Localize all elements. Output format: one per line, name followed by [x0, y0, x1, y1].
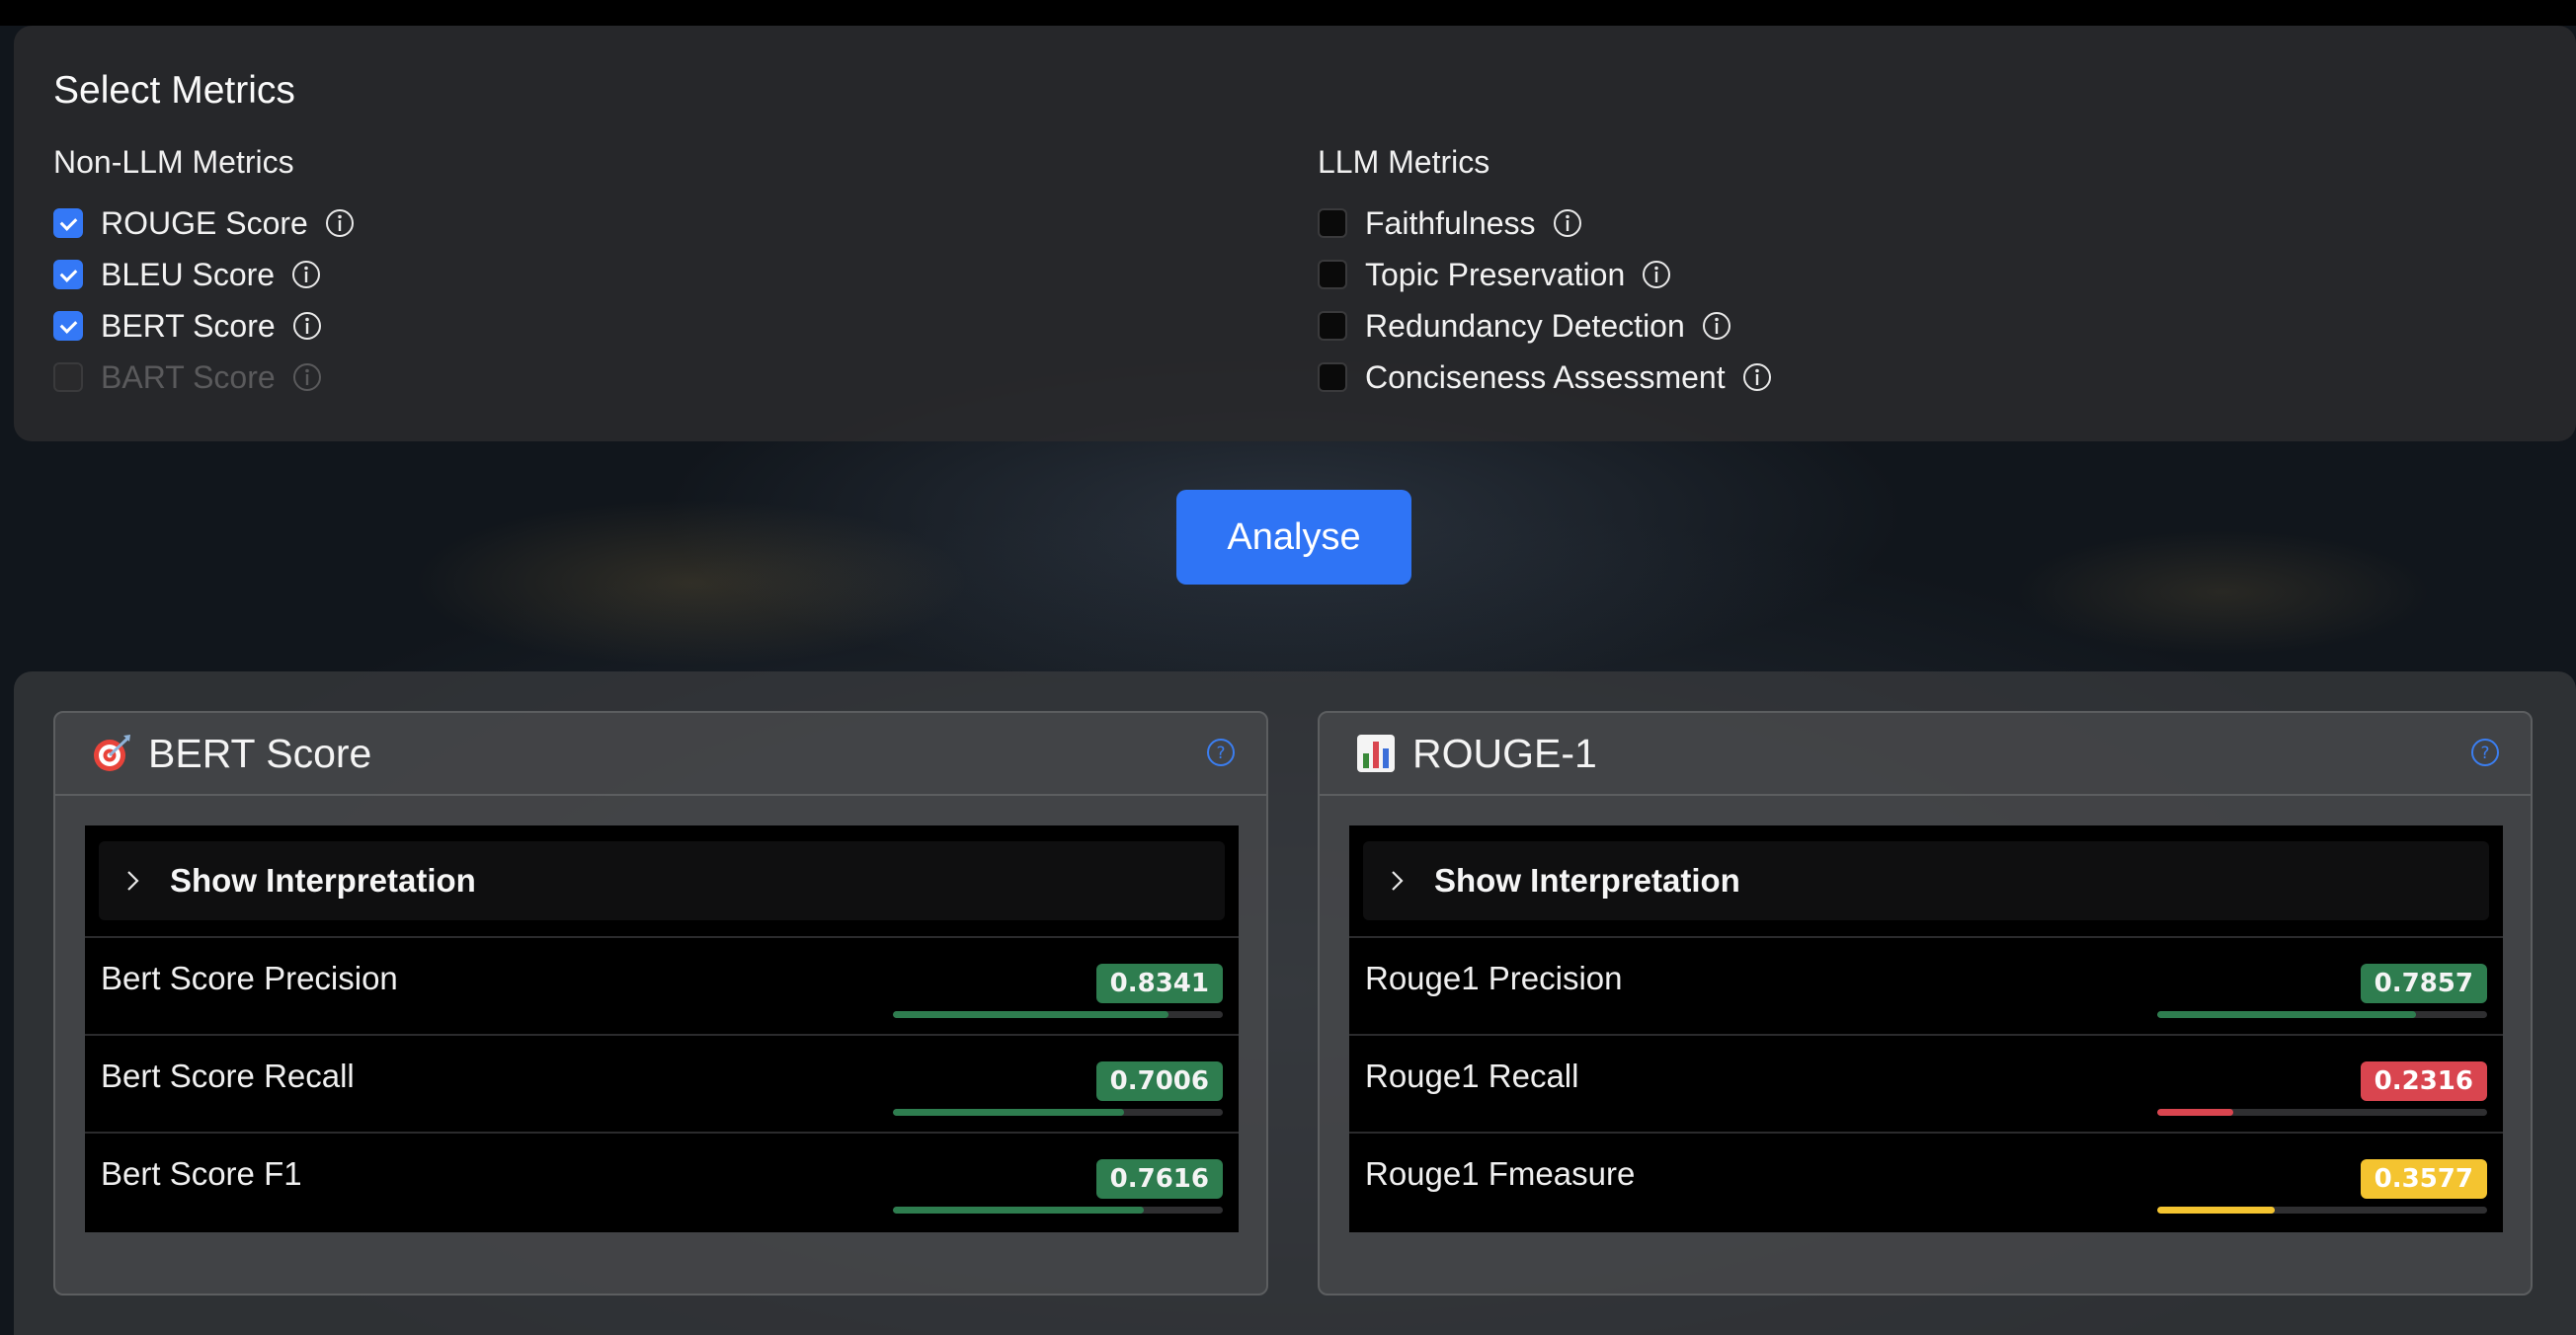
faithfulness-label: Faithfulness [1365, 204, 1536, 241]
metric-option-bleu-score[interactable]: BLEU Score [53, 249, 356, 300]
card-title: BERT Score [148, 730, 372, 776]
chevron-right-icon [121, 869, 144, 893]
score-bar-fill [2157, 1011, 2417, 1018]
info-icon[interactable] [324, 207, 356, 239]
bart-score-label: BART Score [101, 358, 276, 395]
score-bar [2157, 1011, 2487, 1018]
metric-option-redundancy-detection[interactable]: Redundancy Detection [1318, 300, 1773, 352]
svg-text:?: ? [2480, 744, 2489, 763]
target-icon [87, 729, 136, 778]
score-bar-fill [2157, 1207, 2276, 1214]
info-icon[interactable] [1741, 361, 1773, 393]
card-body: Show Interpretation Rouge1 Precision 0.7… [1349, 825, 2503, 1232]
score-badge: 0.3577 [2360, 1159, 2487, 1199]
metric-name: Rouge1 Fmeasure [1365, 1155, 1636, 1192]
redundancy-detection-label: Redundancy Detection [1365, 307, 1685, 344]
interpretation-label: Show Interpretation [170, 862, 476, 899]
metric-row-rouge1-recall: Rouge1 Recall 0.2316 [1349, 1036, 2503, 1134]
metric-row-rouge1-fmeasure: Rouge1 Fmeasure 0.3577 [1349, 1134, 2503, 1231]
non-llm-metrics-group: Non-LLM Metrics ROUGE Score BLEU Score B… [53, 142, 356, 403]
help-icon[interactable]: ? [1205, 737, 1237, 768]
svg-text:?: ? [1216, 744, 1225, 763]
chevron-right-icon [1385, 869, 1409, 893]
score-badge: 0.7857 [2360, 964, 2487, 1003]
llm-metrics-group: LLM Metrics Faithfulness Topic Preservat… [1318, 142, 1773, 403]
llm-metrics-title: LLM Metrics [1318, 144, 1490, 180]
select-metrics-title: Select Metrics [53, 69, 295, 112]
info-icon[interactable] [1552, 207, 1583, 239]
card-title: ROUGE-1 [1412, 730, 1597, 776]
score-bar [2157, 1109, 2487, 1116]
bert-score-label: BERT Score [101, 307, 276, 344]
conciseness-assessment-label: Conciseness Assessment [1365, 358, 1726, 395]
score-bar [893, 1109, 1223, 1116]
topic-preservation-label: Topic Preservation [1365, 256, 1626, 292]
conciseness-assessment-checkbox[interactable] [1318, 362, 1347, 392]
interpretation-label: Show Interpretation [1434, 862, 1740, 899]
show-interpretation-toggle[interactable]: Show Interpretation [99, 841, 1225, 920]
rouge-score-label: ROUGE Score [101, 204, 308, 241]
redundancy-detection-checkbox[interactable] [1318, 311, 1347, 341]
metric-row-rouge1-precision: Rouge1 Precision 0.7857 [1349, 938, 2503, 1036]
metric-row-bert-f1: Bert Score F1 0.7616 [85, 1134, 1239, 1231]
score-bar [893, 1207, 1223, 1214]
bar-chart-icon [1351, 729, 1401, 778]
show-interpretation-toggle[interactable]: Show Interpretation [1363, 841, 2489, 920]
rouge-1-card: ROUGE-1 ? Show Interpretation Rouge1 Pre… [1318, 711, 2533, 1296]
metric-row-bert-precision: Bert Score Precision 0.8341 [85, 938, 1239, 1036]
score-bar-fill [893, 1011, 1168, 1018]
score-badge: 0.2316 [2360, 1061, 2487, 1101]
bleu-score-checkbox[interactable] [53, 260, 83, 289]
help-icon[interactable]: ? [2469, 737, 2501, 768]
non-llm-metrics-title: Non-LLM Metrics [53, 144, 294, 180]
select-metrics-panel: Select Metrics Non-LLM Metrics ROUGE Sco… [14, 26, 2576, 441]
info-icon[interactable] [291, 310, 323, 342]
metric-option-conciseness-assessment[interactable]: Conciseness Assessment [1318, 352, 1773, 403]
bert-score-checkbox[interactable] [53, 311, 83, 341]
bleu-score-label: BLEU Score [101, 256, 276, 292]
metric-name: Bert Score Recall [101, 1058, 355, 1094]
analyse-button[interactable]: Analyse [1176, 490, 1411, 585]
faithfulness-checkbox[interactable] [1318, 208, 1347, 238]
metric-name: Rouge1 Precision [1365, 960, 1623, 996]
metric-name: Bert Score F1 [101, 1155, 302, 1192]
bart-score-checkbox [53, 362, 83, 392]
score-badge: 0.7616 [1095, 1159, 1223, 1199]
bert-score-card: BERT Score ? Show Interpretation Bert Sc… [53, 711, 1268, 1296]
metric-option-topic-preservation[interactable]: Topic Preservation [1318, 249, 1773, 300]
score-bar [2157, 1207, 2487, 1214]
rouge-score-checkbox[interactable] [53, 208, 83, 238]
info-icon[interactable] [290, 259, 322, 290]
card-header: ROUGE-1 ? [1320, 713, 2531, 796]
score-badge: 0.7006 [1095, 1061, 1223, 1101]
card-header: BERT Score ? [55, 713, 1266, 796]
score-bar-fill [893, 1109, 1124, 1116]
metric-name: Rouge1 Recall [1365, 1058, 1579, 1094]
metric-option-faithfulness[interactable]: Faithfulness [1318, 197, 1773, 249]
metric-option-bert-score[interactable]: BERT Score [53, 300, 356, 352]
metric-option-bart-score: BART Score [53, 352, 356, 403]
metric-row-bert-recall: Bert Score Recall 0.7006 [85, 1036, 1239, 1134]
score-bar [893, 1011, 1223, 1018]
metric-name: Bert Score Precision [101, 960, 398, 996]
metric-option-rouge-score[interactable]: ROUGE Score [53, 197, 356, 249]
score-bar-fill [893, 1207, 1145, 1214]
score-bar-fill [2157, 1109, 2234, 1116]
topic-preservation-checkbox[interactable] [1318, 260, 1347, 289]
score-badge: 0.8341 [1095, 964, 1223, 1003]
card-body: Show Interpretation Bert Score Precision… [85, 825, 1239, 1232]
info-icon[interactable] [1641, 259, 1672, 290]
info-icon[interactable] [291, 361, 323, 393]
info-icon[interactable] [1701, 310, 1732, 342]
